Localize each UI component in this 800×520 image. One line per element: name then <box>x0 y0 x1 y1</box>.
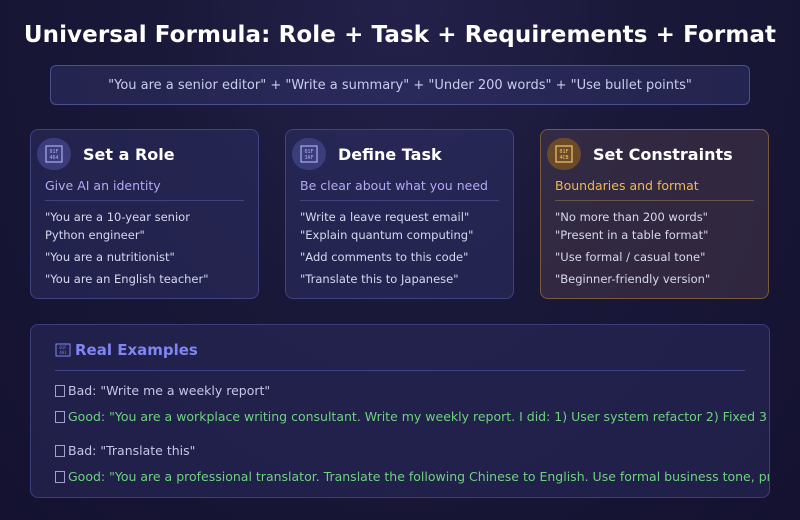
formula-example-banner: "You are a senior editor" + "Write a sum… <box>50 65 750 105</box>
example-bad: Bad: "Write me a weekly report" <box>55 383 270 398</box>
card-item-line: "Explain quantum computing" <box>300 228 474 242</box>
constraints-icon: 01F 4CB <box>547 138 581 170</box>
divider <box>55 370 745 371</box>
card-item: "No more than 200 words" "Present in a t… <box>555 208 760 244</box>
example-good: Good: "You are a professional translator… <box>55 469 769 484</box>
examples-title: Real Examples <box>75 341 198 359</box>
card-title: Define Task <box>338 144 442 164</box>
card-item: "You are an English teacher" <box>45 272 209 286</box>
card-subtitle: Be clear about what you need <box>300 178 488 193</box>
divider <box>555 200 754 201</box>
card-item: "You are a 10-year senior Python enginee… <box>45 208 250 244</box>
card-item: "Add comments to this code" <box>300 250 469 264</box>
svg-text:4CB: 4CB <box>559 155 568 161</box>
example-text: Bad: "Translate this" <box>68 443 196 458</box>
card-set-constraints: 01F 4CB Set Constraints Boundaries and fo… <box>540 129 769 299</box>
card-item-line: "You are a 10-year senior <box>45 210 190 224</box>
card-item-line: Python engineer" <box>45 228 145 242</box>
example-text: Good: "You are a workplace writing consu… <box>68 409 769 424</box>
divider <box>45 200 244 201</box>
real-examples-panel: 01F 4A1 Real Examples Bad: "Write me a we… <box>30 324 770 498</box>
card-title: Set a Role <box>83 144 175 164</box>
example-good: Good: "You are a workplace writing consu… <box>55 409 769 424</box>
card-item: "Use formal / casual tone" <box>555 250 706 264</box>
cross-icon <box>55 444 65 457</box>
svg-text:4A1: 4A1 <box>59 350 67 355</box>
card-item: "You are a nutritionist" <box>45 250 175 264</box>
check-icon <box>55 470 65 483</box>
divider <box>300 200 499 201</box>
card-item-line: "Present in a table format" <box>555 228 709 242</box>
card-subtitle: Boundaries and format <box>555 178 699 193</box>
card-item-line: "Write a leave request email" <box>300 210 470 224</box>
example-text: Good: "You are a professional translator… <box>68 469 769 484</box>
card-set-role: 01F 464 Set a Role Give AI an identity "Y… <box>30 129 259 299</box>
formula-example-text: "You are a senior editor" + "Write a sum… <box>108 77 692 93</box>
page-title: Universal Formula: Role + Task + Require… <box>23 22 777 48</box>
card-item-line: "No more than 200 words" <box>555 210 708 224</box>
check-icon <box>55 410 65 423</box>
example-bad: Bad: "Translate this" <box>55 443 195 458</box>
card-subtitle: Give AI an identity <box>45 178 161 193</box>
card-define-task: 01F 3AF Define Task Be clear about what y… <box>285 129 514 299</box>
card-item: "Write a leave request email" "Explain q… <box>300 208 505 244</box>
task-icon: 01F 3AF <box>292 138 326 170</box>
svg-text:3AF: 3AF <box>304 155 313 161</box>
card-item: "Translate this to Japanese" <box>300 272 459 286</box>
examples-icon: 01F4A1 <box>55 343 71 357</box>
card-title: Set Constraints <box>593 144 733 164</box>
card-item: "Beginner-friendly version" <box>555 272 711 286</box>
role-icon: 01F 464 <box>37 138 71 170</box>
svg-text:464: 464 <box>49 155 58 161</box>
cross-icon <box>55 384 65 397</box>
example-text: Bad: "Write me a weekly report" <box>68 383 271 398</box>
